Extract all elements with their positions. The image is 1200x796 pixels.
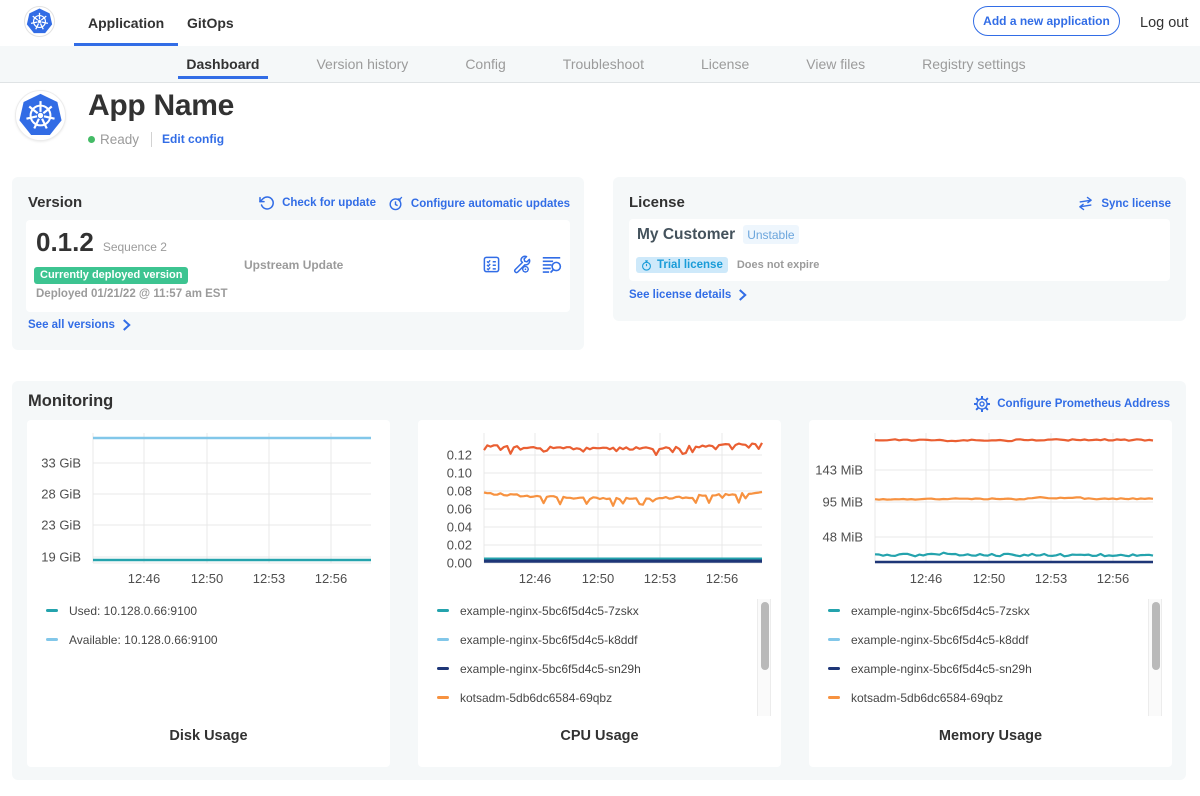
svg-text:12:56: 12:56 — [1097, 571, 1130, 586]
svg-text:19 GiB: 19 GiB — [41, 550, 81, 565]
svg-text:12:46: 12:46 — [519, 571, 552, 586]
svg-text:0.08: 0.08 — [447, 484, 472, 499]
svg-text:12:50: 12:50 — [191, 571, 224, 586]
svg-text:12:46: 12:46 — [128, 571, 161, 586]
svg-text:0.10: 0.10 — [447, 466, 472, 481]
svg-text:0.02: 0.02 — [447, 538, 472, 553]
svg-text:12:56: 12:56 — [315, 571, 348, 586]
svg-text:28 GiB: 28 GiB — [41, 487, 81, 502]
svg-text:0.12: 0.12 — [447, 448, 472, 463]
svg-text:12:50: 12:50 — [973, 571, 1006, 586]
svg-text:12:53: 12:53 — [644, 571, 677, 586]
svg-text:12:53: 12:53 — [253, 571, 286, 586]
svg-text:0.06: 0.06 — [447, 502, 472, 517]
svg-text:12:53: 12:53 — [1035, 571, 1068, 586]
svg-text:12:50: 12:50 — [582, 571, 615, 586]
svg-text:33 GiB: 33 GiB — [41, 456, 81, 471]
svg-text:143 MiB: 143 MiB — [815, 463, 863, 478]
svg-text:0.00: 0.00 — [447, 556, 472, 571]
svg-text:0.04: 0.04 — [447, 520, 472, 535]
svg-text:95 MiB: 95 MiB — [823, 495, 863, 510]
svg-text:12:56: 12:56 — [706, 571, 739, 586]
svg-text:48 MiB: 48 MiB — [823, 530, 863, 545]
svg-text:12:46: 12:46 — [910, 571, 943, 586]
svg-text:23 GiB: 23 GiB — [41, 518, 81, 533]
